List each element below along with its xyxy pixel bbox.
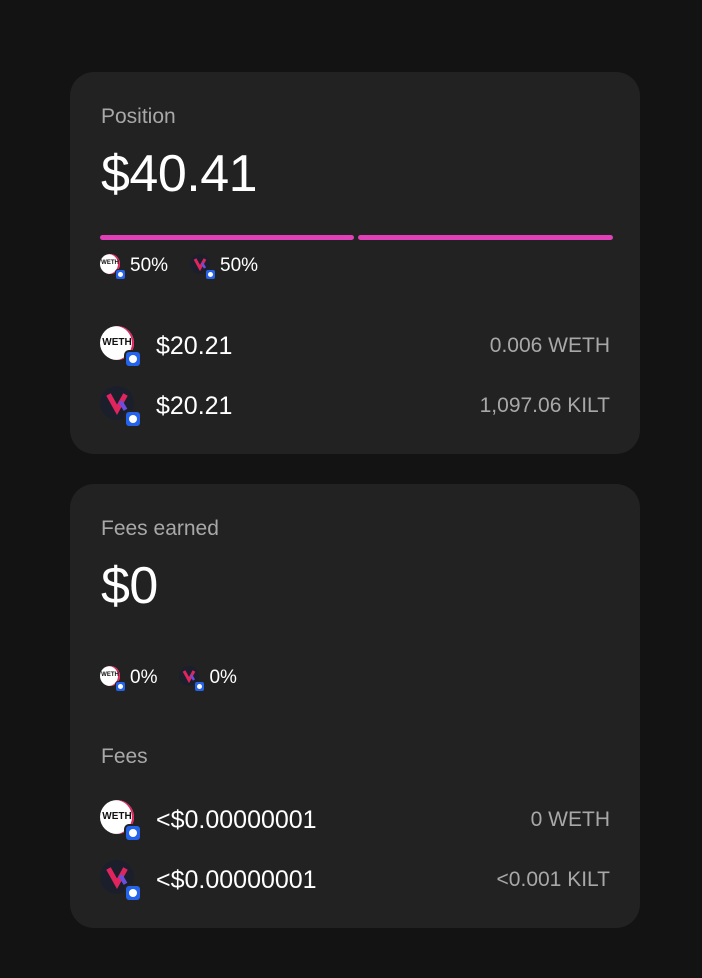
weth-icon: WETH [100,326,142,368]
fees-earned-title: Fees earned [101,517,219,540]
kilt-amount: 1,097.06 KILT [479,394,610,417]
weth-fee-amount: 0 WETH [530,808,610,831]
kilt-icon [100,860,142,902]
weth-fee-usd: <$0.00000001 [156,805,317,834]
weth-amount: 0.006 WETH [489,334,610,357]
kilt-share-bar [358,235,613,240]
weth-share-bar [100,235,354,240]
network-badge-icon [124,410,142,428]
network-badge-icon [205,269,217,280]
position-row-kilt: $20.21 1,097.06 KILT [100,386,610,428]
kilt-fee-pct: 0% [209,667,237,688]
kilt-icon [190,254,217,280]
network-badge-icon [115,269,126,280]
fees-row-weth: WETH <$0.00000001 0 WETH [100,800,610,842]
kilt-pct: 50% [220,255,259,276]
weth-fee-split: WETH 0% [100,666,158,692]
kilt-fee-usd: <$0.00000001 [156,865,317,894]
network-badge-icon [115,681,126,692]
position-card: Position $40.41 WETH 50% 50% WETH $20.21… [70,72,640,454]
weth-icon: WETH [100,800,142,842]
network-badge-icon [124,350,142,368]
position-title: Position [101,105,176,128]
fees-label: Fees [101,745,148,768]
weth-usd-value: $20.21 [156,331,233,360]
position-value: $40.41 [101,145,258,203]
weth-fee-pct: 0% [130,667,158,688]
kilt-usd-value: $20.21 [156,391,233,420]
kilt-fee-amount: <0.001 KILT [496,868,610,891]
fees-earned-card: Fees earned $0 WETH 0% 0% Fees WETH <$0.… [70,484,640,928]
weth-icon: WETH [100,666,126,692]
fees-split: WETH 0% 0% [100,666,259,692]
weth-icon: WETH [100,254,126,280]
position-split: WETH 50% 50% [100,254,280,280]
weth-split: WETH 50% [100,254,169,280]
network-badge-icon [194,681,206,692]
kilt-split: 50% [190,254,259,280]
network-badge-icon [124,824,142,842]
fees-earned-value: $0 [101,557,158,615]
kilt-icon [100,386,142,428]
position-row-weth: WETH $20.21 0.006 WETH [100,326,610,368]
kilt-icon [179,666,206,692]
kilt-fee-split: 0% [179,666,237,692]
weth-pct: 50% [130,255,169,276]
fees-row-kilt: <$0.00000001 <0.001 KILT [100,860,610,902]
network-badge-icon [124,884,142,902]
